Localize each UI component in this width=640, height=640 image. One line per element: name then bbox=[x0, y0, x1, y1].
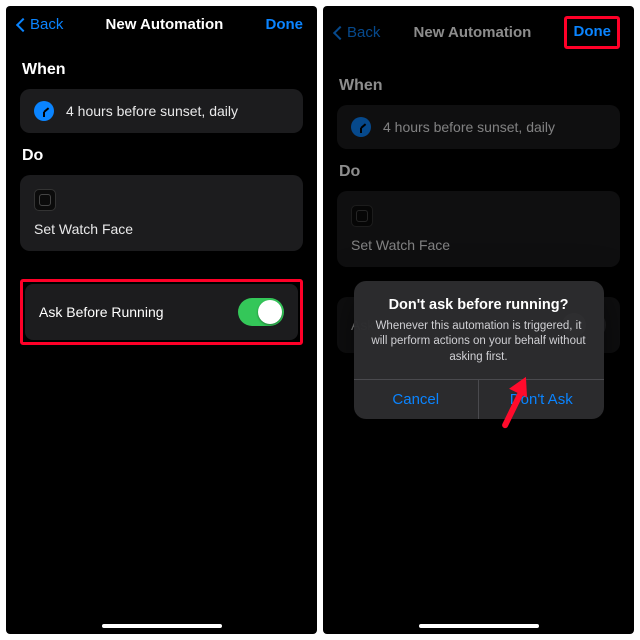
home-indicator[interactable] bbox=[102, 624, 222, 628]
confirm-dialog: Don't ask before running? Whenever this … bbox=[354, 281, 604, 420]
back-button[interactable]: Back bbox=[12, 16, 63, 33]
do-text: Set Watch Face bbox=[34, 221, 133, 237]
chevron-left-icon bbox=[16, 17, 30, 31]
screenshot-left: Back New Automation Done When 4 hours be… bbox=[6, 6, 317, 634]
screenshot-right: Back New Automation Done When 4 hours be… bbox=[323, 6, 634, 634]
section-do: Do bbox=[22, 147, 301, 165]
clock-icon bbox=[34, 101, 54, 121]
dialog-body: Don't ask before running? Whenever this … bbox=[354, 281, 604, 380]
section-when: When bbox=[22, 61, 301, 79]
back-label: Back bbox=[30, 16, 63, 33]
ask-label: Ask Before Running bbox=[39, 304, 164, 320]
when-text: 4 hours before sunset, daily bbox=[66, 103, 238, 119]
dialog-scrim: Don't ask before running? Whenever this … bbox=[323, 6, 634, 634]
dont-ask-button[interactable]: Don't Ask bbox=[478, 380, 604, 419]
page-title: New Automation bbox=[106, 16, 224, 33]
ask-toggle-on[interactable] bbox=[238, 298, 284, 326]
done-button[interactable]: Done bbox=[265, 16, 303, 33]
dialog-message: Whenever this automation is triggered, i… bbox=[368, 319, 590, 366]
content: When 4 hours before sunset, daily Do Set… bbox=[6, 41, 317, 351]
when-card[interactable]: 4 hours before sunset, daily bbox=[20, 89, 303, 133]
navbar: Back New Automation Done bbox=[6, 6, 317, 41]
cancel-button[interactable]: Cancel bbox=[354, 380, 479, 419]
dialog-buttons: Cancel Don't Ask bbox=[354, 379, 604, 419]
watch-face-icon bbox=[34, 189, 56, 211]
home-indicator[interactable] bbox=[419, 624, 539, 628]
highlight-ask-row: Ask Before Running bbox=[20, 279, 303, 345]
dialog-title: Don't ask before running? bbox=[368, 297, 590, 313]
ask-before-running-row: Ask Before Running bbox=[25, 284, 298, 340]
do-card[interactable]: Set Watch Face bbox=[20, 175, 303, 251]
